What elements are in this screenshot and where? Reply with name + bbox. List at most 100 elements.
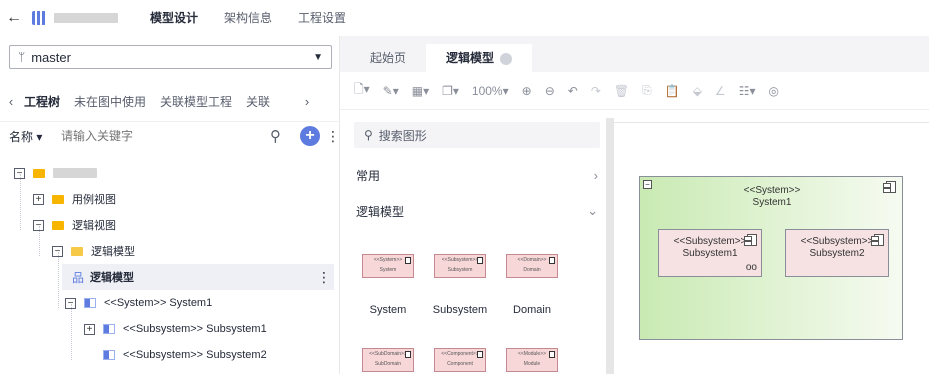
tree-node-subsystem1[interactable]: + <<Subsystem>> Subsystem1: [84, 316, 267, 342]
shape-subdomain[interactable]: <<SubDomain>> SubDomain: [362, 348, 414, 372]
collapse-icon[interactable]: −: [14, 167, 25, 179]
shape-domain[interactable]: <<Domain>> Domain: [506, 254, 558, 278]
shape-name: Subsystem: [447, 267, 473, 273]
subsystem1-node[interactable]: <<Subsystem>> Subsystem1 oo: [658, 229, 762, 277]
system1-node[interactable]: − <<System>> System1 <<Subsystem>> Subsy…: [639, 176, 903, 340]
chevron-left-icon[interactable]: ‹: [0, 94, 22, 109]
tree-node-usecase-view[interactable]: + 用例视图: [33, 186, 116, 212]
subtab-project-tree[interactable]: 工程树: [24, 93, 60, 110]
folder-icon: [52, 220, 64, 230]
redo-icon[interactable]: ↷: [591, 84, 601, 98]
tab-project-settings[interactable]: 工程设置: [298, 0, 346, 36]
expand-icon[interactable]: +: [33, 193, 44, 205]
shape-name: Module: [523, 361, 541, 367]
collapse-icon[interactable]: −: [33, 219, 44, 231]
tab-architecture-info[interactable]: 架构信息: [224, 0, 272, 36]
folder-open-icon: [71, 246, 83, 256]
component-icon: [405, 351, 411, 358]
layout-icon[interactable]: ☷▾: [739, 84, 756, 98]
palette-group-logic-model[interactable]: 逻辑模型 ⌄: [356, 200, 602, 222]
shape-name: Domain: [523, 267, 541, 273]
paste-icon[interactable]: 📋: [665, 84, 680, 98]
collapse-icon[interactable]: −: [52, 245, 63, 257]
expand-icon[interactable]: +: [84, 323, 95, 335]
search-input[interactable]: [61, 129, 270, 143]
palette-group-common[interactable]: 常用 ›: [356, 164, 602, 186]
diagram-icon: 品: [72, 270, 85, 285]
more-vertical-icon[interactable]: ⋮: [314, 269, 334, 286]
search-filter-select[interactable]: 名称 ▾: [9, 128, 61, 145]
tree-node-logic-model-diagram[interactable]: 品 逻辑模型 ⋮: [62, 264, 334, 290]
tree-search-bar: 名称 ▾ ⚲ + ⋮: [9, 122, 340, 150]
chevron-right-icon[interactable]: ›: [296, 94, 318, 109]
close-tab-icon[interactable]: [500, 52, 513, 65]
group-label: 常用: [356, 168, 381, 183]
tab-model-design[interactable]: 模型设计: [150, 0, 198, 36]
component-icon: [549, 351, 555, 358]
folder-icon: [52, 194, 64, 204]
subtab-linked[interactable]: 关联: [246, 93, 270, 110]
component-icon: [549, 257, 555, 264]
shape-label-subsystem: Subsystem: [432, 304, 488, 316]
chevron-right-icon: ›: [593, 167, 598, 183]
fill-icon[interactable]: ⬙: [693, 84, 702, 98]
zoom-out-icon[interactable]: ⊖: [545, 84, 555, 98]
tab-start-page[interactable]: 起始页: [350, 44, 426, 72]
branch-icon: ᛘ: [18, 50, 26, 64]
more-vertical-icon[interactable]: ⋮: [326, 128, 340, 145]
tree-node-root[interactable]: −: [14, 160, 97, 186]
search-icon: ⚲: [364, 128, 373, 142]
grid-icon[interactable]: ▦▾: [412, 84, 429, 98]
subsystem-element-icon: [103, 350, 115, 360]
edit-icon[interactable]: ✎▾: [383, 84, 399, 98]
branch-value: master: [31, 49, 71, 65]
system1-stereo: <<System>>: [743, 185, 801, 196]
subsystem2-name: Subsystem2: [809, 248, 865, 259]
delete-icon[interactable]: 🗑: [614, 84, 629, 98]
shape-name: Component: [447, 361, 473, 367]
search-filter-label: 名称: [9, 129, 34, 144]
settings-icon[interactable]: ◎: [768, 84, 778, 98]
tab-logic-model[interactable]: 逻辑模型: [426, 44, 533, 72]
tree-node-logic-view[interactable]: − 逻辑视图: [33, 212, 116, 238]
zoom-select[interactable]: 100%▾: [472, 84, 509, 98]
new-page-icon[interactable]: 🗋▾: [354, 80, 370, 101]
copy-icon[interactable]: ❐▾: [442, 84, 459, 98]
shape-module[interactable]: <<Module>> Module: [506, 348, 558, 372]
subsystem2-node[interactable]: <<Subsystem>> Subsystem2: [785, 229, 889, 277]
left-panel: ᛘ master ▼ ‹ 工程树 未在图中使用 关联模型工程 关联 › 名称 ▾…: [0, 36, 340, 374]
branch-select[interactable]: ᛘ master ▼: [9, 45, 332, 69]
top-bar: ← 模型设计 架构信息 工程设置: [0, 0, 929, 36]
zoom-in-icon[interactable]: ⊕: [522, 84, 532, 98]
tree-node-logic-model[interactable]: − 逻辑模型: [52, 238, 135, 264]
tree-node-label: 逻辑模型: [91, 246, 135, 258]
tab-label: 逻辑模型: [446, 51, 495, 65]
shape-component[interactable]: <<Component>> Component: [434, 348, 486, 372]
search-icon[interactable]: ⚲: [270, 127, 294, 145]
copy-format-icon[interactable]: ⎘: [642, 83, 652, 98]
diagram-canvas[interactable]: − <<System>> System1 <<Subsystem>> Subsy…: [614, 118, 929, 374]
shape-subsystem[interactable]: <<Subsystem>> Subsystem: [434, 254, 486, 278]
palette-search[interactable]: ⚲ 搜索图形: [354, 122, 600, 148]
collapse-icon[interactable]: −: [65, 297, 76, 309]
canvas-page-edge: [614, 122, 929, 132]
tree-node-label: <<Subsystem>> Subsystem1: [123, 323, 267, 335]
back-arrow-icon[interactable]: ←: [0, 9, 28, 27]
component-icon: [405, 257, 411, 264]
glasses-icon: oo: [745, 262, 757, 273]
add-button[interactable]: +: [300, 126, 320, 146]
chevron-down-icon: ▼: [313, 51, 323, 63]
undo-icon[interactable]: ↶: [568, 84, 578, 98]
project-logo-icon: [32, 11, 46, 25]
shape-system[interactable]: <<System>> System: [362, 254, 414, 278]
chevron-down-icon: ⌄: [587, 203, 598, 218]
subtab-linked-projects[interactable]: 关联模型工程: [160, 93, 232, 110]
shape-name: SubDomain: [374, 361, 402, 367]
subtab-unused[interactable]: 未在图中使用: [74, 93, 146, 110]
line-color-icon[interactable]: ∠: [715, 84, 726, 98]
tree-node-label: 逻辑模型: [90, 272, 135, 284]
palette-search-placeholder: 搜索图形: [378, 128, 427, 143]
tree-node-system1[interactable]: − <<System>> System1: [65, 290, 212, 316]
tree-node-subsystem2[interactable]: <<Subsystem>> Subsystem2: [103, 342, 267, 368]
component-icon: [477, 351, 483, 358]
